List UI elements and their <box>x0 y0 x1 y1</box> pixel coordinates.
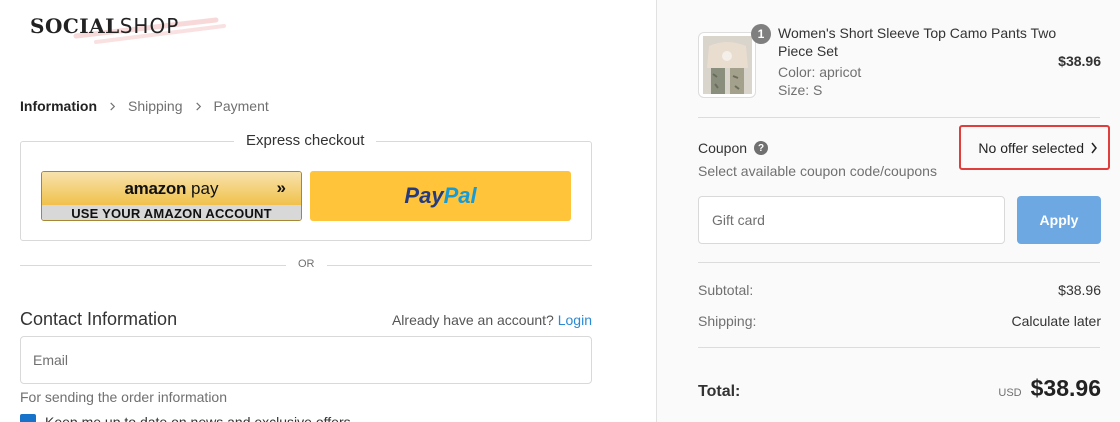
logo-text: SOCIALSHOP <box>30 14 179 38</box>
store-logo[interactable]: SOCIALSHOP <box>30 12 226 46</box>
or-divider-label: OR <box>286 258 327 270</box>
coupon-label: Coupon <box>698 140 748 156</box>
newsletter-checkbox[interactable] <box>20 414 36 422</box>
contact-information-heading: Contact Information <box>20 309 178 329</box>
summary-divider <box>698 117 1100 118</box>
product-image <box>703 36 752 94</box>
product-name: Women's Short Sleeve Top Camo Pants Two … <box>778 25 1057 59</box>
amazon-wordmark: amazon <box>124 178 187 198</box>
paypal-button[interactable]: Pay Pal <box>310 171 571 221</box>
email-input[interactable] <box>20 336 592 384</box>
total-currency: USD <box>998 387 1022 399</box>
breadcrumb-payment[interactable]: Payment <box>214 98 269 114</box>
breadcrumb-information[interactable]: Information <box>20 98 97 114</box>
email-hint: For sending the order information <box>20 389 227 405</box>
paypal-logo-pal: Pal <box>443 183 477 208</box>
coupon-label-row: Coupon ? <box>698 140 769 156</box>
select-offer-button[interactable]: No offer selected <box>959 125 1110 170</box>
account-prompt-text: Already have an account? <box>391 312 554 328</box>
login-link[interactable]: Login <box>558 312 592 328</box>
apply-button[interactable]: Apply <box>1017 196 1101 244</box>
product-option-size: Size: S <box>778 82 823 98</box>
amazon-pay-subtitle: USE YOUR AMAZON ACCOUNT <box>42 205 301 220</box>
help-circle-icon[interactable]: ? <box>754 141 769 155</box>
checkout-main-column: SOCIALSHOP Information Shipping Payment … <box>0 0 656 422</box>
chevron-right-icon <box>195 101 201 111</box>
shipping-label: Shipping: <box>698 313 757 329</box>
product-option-color: Color: apricot <box>778 64 862 80</box>
total-label: Total: <box>698 383 741 400</box>
newsletter-row[interactable]: Keep me up to date on news and exclusive… <box>20 414 351 422</box>
total-amount: USD $38.96 <box>998 375 1101 402</box>
subtotal-value: $38.96 <box>1058 282 1101 298</box>
select-offer-label: No offer selected <box>978 139 1084 156</box>
coupon-subtext: Select available coupon code/coupons <box>698 163 937 179</box>
double-chevron-icon: » <box>276 178 286 197</box>
express-checkout-title: Express checkout <box>234 132 377 149</box>
chevron-right-icon <box>110 101 116 111</box>
gift-card-input[interactable] <box>698 196 1005 244</box>
breadcrumb-shipping[interactable]: Shipping <box>128 98 183 114</box>
total-value: $38.96 <box>1030 375 1101 401</box>
subtotal-label: Subtotal: <box>698 282 754 298</box>
logo-light-word: SHOP <box>119 14 180 38</box>
product-price: $38.96 <box>1058 53 1101 69</box>
amazon-pay-word: pay <box>191 178 219 198</box>
newsletter-label: Keep me up to date on news and exclusive… <box>45 414 351 422</box>
breadcrumb: Information Shipping Payment <box>20 98 269 114</box>
logo-bold-word: SOCIAL <box>30 14 120 38</box>
summary-divider <box>698 262 1100 263</box>
account-prompt: Already have an account? Login <box>392 312 592 328</box>
summary-divider <box>698 347 1100 348</box>
amazon-pay-button[interactable]: amazon pay » USE YOUR AMAZON ACCOUNT <box>41 171 302 221</box>
shipping-value: Calculate later <box>1011 313 1102 329</box>
amazon-pay-top: amazon pay » <box>42 172 301 205</box>
quantity-badge: 1 <box>751 24 771 44</box>
paypal-logo-pay: Pay <box>404 183 444 208</box>
product-thumbnail <box>698 32 756 98</box>
chevron-right-icon <box>1091 142 1097 153</box>
